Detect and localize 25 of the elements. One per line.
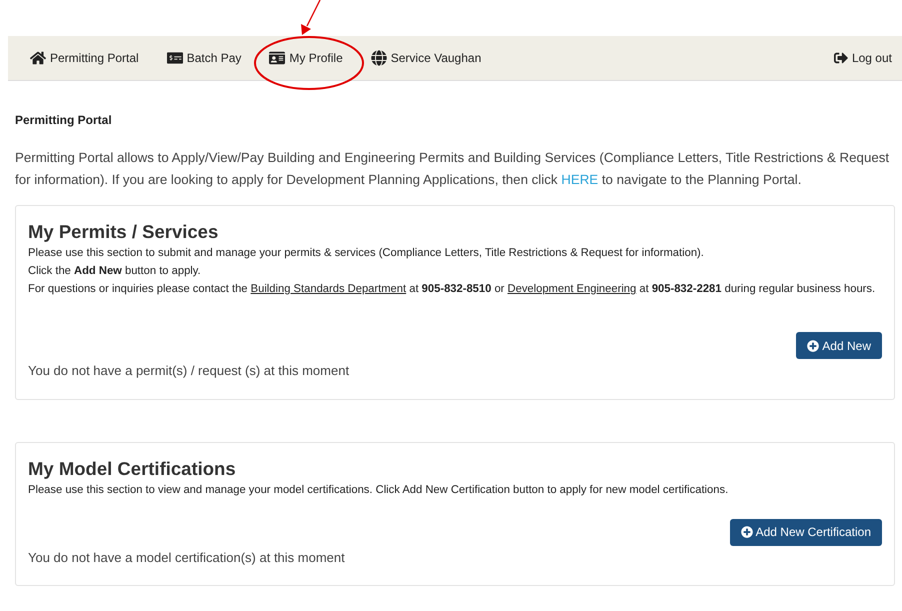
link[interactable]: Building Standards Department (250, 283, 406, 295)
home-icon (30, 50, 46, 66)
intro-paragraph: Permitting Portal allows to Apply/View/Pay Building and Engineering Permits and Building Services (Compliance Letters, Title Restrictions & Request for information). If you are looking to apply for Development Planning Applications, then click HERE to navigate to the Planning Portal. (15, 149, 890, 189)
card-title: My Permits / Services (28, 220, 220, 244)
description-text: Click the Add New button to apply. (28, 264, 202, 279)
plus-icon (807, 340, 820, 352)
empty-message: You do not have a model certification(s) at this moment (28, 548, 346, 567)
link[interactable]: Development Engineering (508, 283, 636, 295)
description-text: Please use this section to submit and manage your permits & services (Compliance Letters, Title Restrictions & Request for information). (28, 246, 705, 261)
description-text: Please use this section to view and manage your model certifications. Click Add New Certification button to apply for new model certifications. (28, 482, 730, 498)
empty-message: You do not have a permit(s) / request (s) at this moment (28, 362, 350, 380)
card-title: My Model Certifications (28, 456, 237, 480)
id-card-icon (269, 50, 286, 66)
globe-icon (370, 50, 387, 66)
nav-link[interactable]: Permitting Portal (30, 49, 139, 67)
add-button[interactable]: Add New Certification (730, 518, 882, 546)
nav-link[interactable]: Service Vaughan (370, 49, 482, 67)
page-title: Permitting Portal (15, 112, 113, 129)
add-button[interactable]: Add New (796, 332, 882, 359)
description-text: For questions or inquiries please contact the Building Standards Department at 905-832-8510 or Development Engineering at 905-832-2281 during regular business hours. (28, 282, 876, 297)
logout-link[interactable]: Log out (834, 49, 892, 67)
nav-link[interactable]: Batch Pay (166, 49, 242, 67)
logout-icon (834, 51, 848, 65)
payment-card-icon (166, 50, 183, 66)
plus-icon (740, 526, 753, 538)
